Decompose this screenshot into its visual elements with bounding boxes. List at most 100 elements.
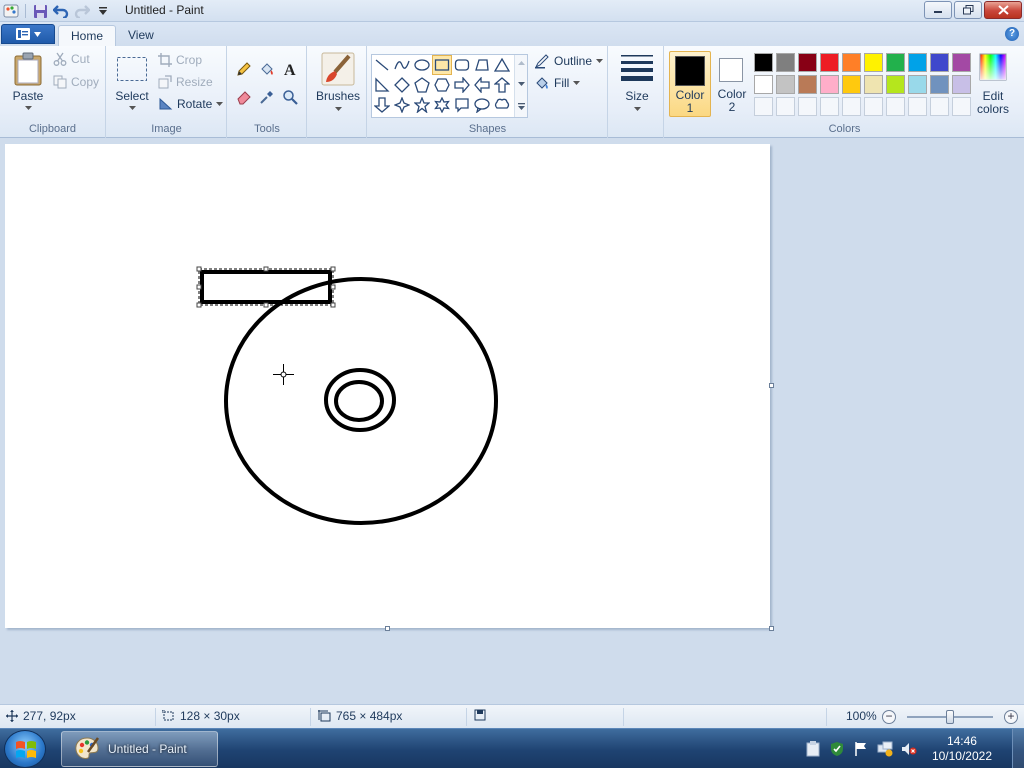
palette-color-swatch[interactable] [908,75,927,94]
polygon-shape-icon[interactable] [472,55,492,75]
palette-color-swatch[interactable] [886,53,905,72]
down-arrow-shape-icon[interactable] [372,95,392,115]
edit-colors-button[interactable]: Edit colors [974,53,1012,119]
save-icon[interactable] [31,2,49,20]
six-point-star-shape-icon[interactable] [432,95,452,115]
minimize-button[interactable] [924,1,952,19]
right-arrow-shape-icon[interactable] [452,75,472,95]
palette-color-swatch[interactable] [754,75,773,94]
tab-view[interactable]: View [116,25,166,46]
taskbar-paint-button[interactable]: Untitled - Paint [61,731,218,767]
palette-color-swatch[interactable] [864,75,883,94]
fill-button[interactable]: Fill [534,75,581,91]
hexagon-shape-icon[interactable] [432,75,452,95]
scroll-down-icon[interactable] [517,81,526,87]
palette-color-swatch[interactable] [886,75,905,94]
pencil-tool[interactable] [233,58,255,79]
palette-color-swatch[interactable] [798,75,817,94]
oval-callout-shape-icon[interactable] [472,95,492,115]
paint-app-icon[interactable] [2,2,20,20]
color-picker-tool[interactable] [256,86,278,107]
text-tool[interactable]: A [279,58,301,79]
palette-custom-slot[interactable] [864,97,883,116]
palette-color-swatch[interactable] [776,75,795,94]
shapes-scrollbar[interactable] [514,55,527,117]
network-icon[interactable] [876,740,894,758]
palette-color-swatch[interactable] [930,53,949,72]
rectangle-shape-icon[interactable] [432,55,452,75]
select-button[interactable]: Select [113,54,151,114]
palette-color-swatch[interactable] [952,75,971,94]
cloud-callout-shape-icon[interactable] [492,95,512,115]
restore-button[interactable] [954,1,982,19]
palette-custom-slot[interactable] [908,97,927,116]
palette-custom-slot[interactable] [842,97,861,116]
outline-button[interactable]: Outline [534,53,604,69]
customize-qat-icon[interactable] [94,2,112,20]
system-clock[interactable]: 14:46 10/10/2022 [932,734,992,764]
left-arrow-shape-icon[interactable] [472,75,492,95]
palette-color-swatch[interactable] [842,75,861,94]
pentagon-shape-icon[interactable] [412,75,432,95]
four-point-star-shape-icon[interactable] [392,95,412,115]
palette-color-swatch[interactable] [798,53,817,72]
selection-handle[interactable] [196,302,202,308]
drawing-canvas[interactable] [5,144,770,628]
palette-custom-slot[interactable] [930,97,949,116]
selection-handle[interactable] [196,266,202,272]
right-triangle-shape-icon[interactable] [372,75,392,95]
palette-custom-slot[interactable] [886,97,905,116]
palette-color-swatch[interactable] [908,53,927,72]
rounded-rectangle-shape-icon[interactable] [452,55,472,75]
selection-handle[interactable] [263,302,269,308]
paste-button[interactable]: Paste [8,52,48,112]
size-button[interactable]: Size [616,52,658,114]
scroll-up-icon[interactable] [517,60,526,66]
line-shape-icon[interactable] [372,55,392,75]
palette-color-swatch[interactable] [754,53,773,72]
up-arrow-shape-icon[interactable] [492,75,512,95]
palette-custom-slot[interactable] [798,97,817,116]
rounded-callout-shape-icon[interactable] [452,95,472,115]
palette-color-swatch[interactable] [820,53,839,72]
close-button[interactable] [984,1,1022,19]
clipboard-tray-icon[interactable] [804,740,822,758]
volume-muted-icon[interactable] [900,740,918,758]
palette-color-swatch[interactable] [820,75,839,94]
canvas-resize-handle-corner[interactable] [769,626,774,631]
undo-icon[interactable] [52,2,70,20]
show-desktop-button[interactable] [1012,729,1024,768]
curve-shape-icon[interactable] [392,55,412,75]
security-shield-icon[interactable] [828,740,846,758]
palette-color-swatch[interactable] [952,53,971,72]
selection-handle[interactable] [263,266,269,272]
palette-custom-slot[interactable] [754,97,773,116]
magnifier-tool[interactable] [279,86,301,107]
action-center-flag-icon[interactable] [852,740,870,758]
selection-handle[interactable] [196,284,202,290]
selection-handle[interactable] [330,302,336,308]
canvas-resize-handle-bottom[interactable] [385,626,390,631]
diamond-shape-icon[interactable] [392,75,412,95]
zoom-slider-thumb[interactable] [946,710,954,724]
fill-tool[interactable] [256,58,278,79]
tab-home[interactable]: Home [58,25,117,46]
color2-button[interactable]: Color 2 [712,51,752,117]
palette-color-swatch[interactable] [776,53,795,72]
palette-custom-slot[interactable] [952,97,971,116]
zoom-in-button[interactable]: + [1004,710,1018,724]
selection-handle[interactable] [330,266,336,272]
palette-custom-slot[interactable] [820,97,839,116]
triangle-shape-icon[interactable] [492,55,512,75]
rotate-button[interactable]: Rotate [158,97,224,111]
palette-color-swatch[interactable] [930,75,949,94]
five-point-star-shape-icon[interactable] [412,95,432,115]
canvas-resize-handle-right[interactable] [769,383,774,388]
start-button[interactable] [4,730,46,768]
color1-button[interactable]: Color 1 [669,51,711,117]
palette-color-swatch[interactable] [864,53,883,72]
palette-custom-slot[interactable] [776,97,795,116]
eraser-tool[interactable] [233,86,255,107]
oval-shape-icon[interactable] [412,55,432,75]
palette-color-swatch[interactable] [842,53,861,72]
